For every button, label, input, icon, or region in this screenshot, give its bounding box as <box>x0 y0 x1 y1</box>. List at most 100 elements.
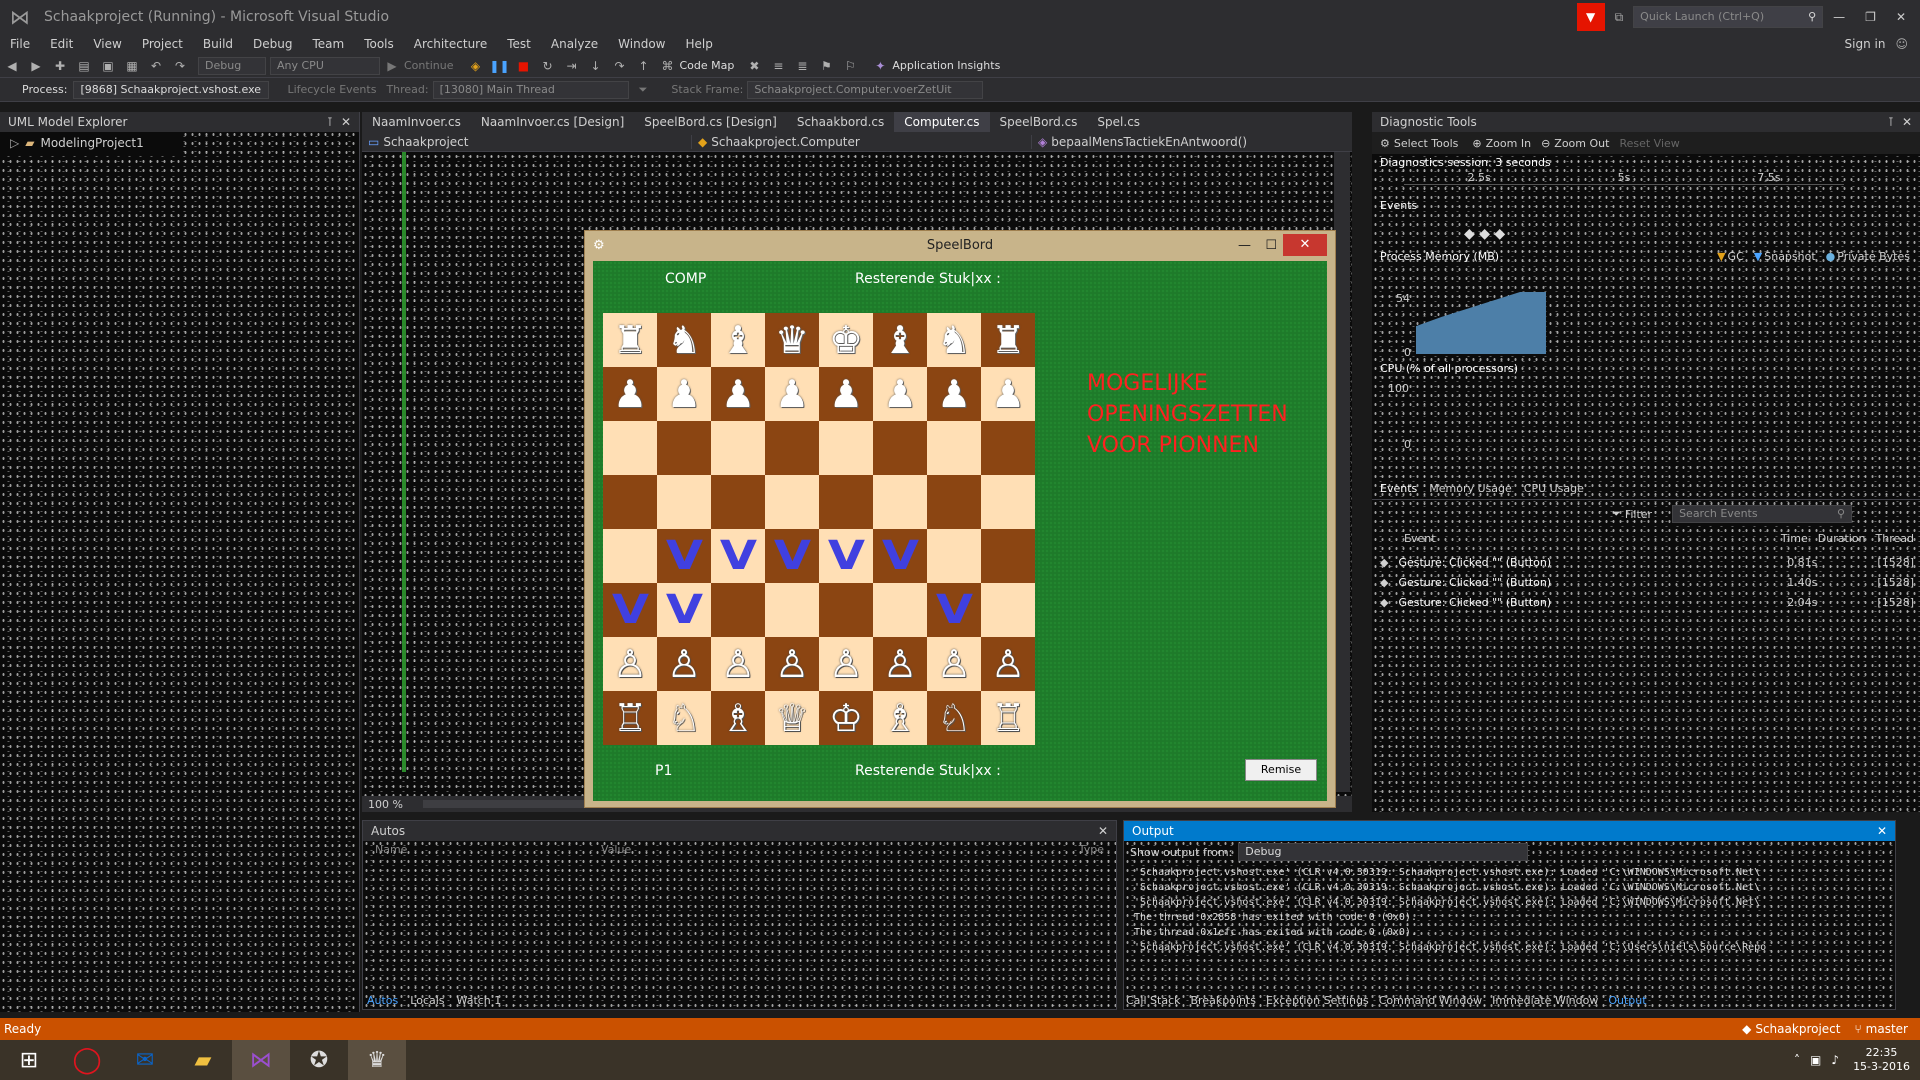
restore-button[interactable]: ❐ <box>1865 10 1876 24</box>
board-square[interactable] <box>765 475 819 529</box>
remise-button[interactable]: Remise <box>1245 759 1317 781</box>
document-tab[interactable]: Spel.cs <box>1087 112 1150 132</box>
board-square[interactable]: ♙ <box>765 637 819 691</box>
board-square[interactable]: V <box>711 529 765 583</box>
board-square[interactable] <box>981 583 1035 637</box>
back-icon[interactable]: ◀ <box>4 58 20 74</box>
filter-button[interactable]: Filter <box>1625 508 1652 521</box>
document-tab[interactable]: NaamInvoer.cs [Design] <box>471 112 634 132</box>
board-square[interactable]: ♘ <box>657 691 711 745</box>
board-square[interactable]: ♟ <box>981 367 1035 421</box>
attach-icon[interactable]: ◈ <box>467 58 483 74</box>
document-tab[interactable]: SpeelBord.cs <box>990 112 1088 132</box>
thread-select[interactable]: [13080] Main Thread <box>432 80 629 99</box>
board-square[interactable]: V <box>819 529 873 583</box>
open-icon[interactable]: ▤ <box>76 58 92 74</box>
board-square[interactable]: ♗ <box>711 691 765 745</box>
close-button[interactable]: ✕ <box>1896 10 1906 24</box>
autos-close-icon[interactable]: ✕ <box>1098 821 1108 841</box>
board-square[interactable]: ♖ <box>981 691 1035 745</box>
stop-icon[interactable]: ■ <box>515 58 531 74</box>
tab-autos[interactable]: Autos <box>367 994 398 1007</box>
taskbar-outlook[interactable]: ✉ <box>116 1040 174 1080</box>
tab-breakpoints[interactable]: Breakpoints <box>1190 994 1256 1007</box>
board-square[interactable] <box>927 529 981 583</box>
gear-icon[interactable]: ⚙ <box>1380 137 1390 150</box>
board-square[interactable] <box>603 421 657 475</box>
output-source-select[interactable]: Debug <box>1238 843 1529 861</box>
col-name[interactable]: Name <box>375 843 601 856</box>
search-events-input[interactable]: Search Events ⚲ <box>1672 505 1853 523</box>
save-icon[interactable]: ▣ <box>100 58 116 74</box>
board-square[interactable]: ♟ <box>657 367 711 421</box>
board-square[interactable]: ♟ <box>603 367 657 421</box>
next-bookmark-icon[interactable]: ⚐ <box>842 58 858 74</box>
taskbar-app-chess[interactable]: ♛ <box>348 1040 406 1080</box>
menu-debug[interactable]: Debug <box>253 37 292 51</box>
tab-watch-1[interactable]: Watch 1 <box>457 994 502 1007</box>
editor-scrollbar[interactable] <box>1334 152 1350 792</box>
board-square[interactable]: ♙ <box>657 637 711 691</box>
board-square[interactable]: ♝ <box>711 313 765 367</box>
menu-help[interactable]: Help <box>686 37 713 51</box>
step-into-icon[interactable]: ↓ <box>587 58 603 74</box>
menu-edit[interactable]: Edit <box>50 37 73 51</box>
tab-call-stack[interactable]: Call Stack <box>1126 994 1180 1007</box>
board-square[interactable]: V <box>765 529 819 583</box>
tab-exception-settings[interactable]: Exception Settings <box>1266 994 1369 1007</box>
menu-build[interactable]: Build <box>203 37 233 51</box>
forward-icon[interactable]: ▶ <box>28 58 44 74</box>
minimize-button[interactable]: — <box>1833 10 1845 24</box>
board-square[interactable] <box>981 421 1035 475</box>
zoom-in-button[interactable]: Zoom In <box>1486 137 1531 150</box>
board-square[interactable] <box>981 475 1035 529</box>
board-square[interactable] <box>927 421 981 475</box>
menu-test[interactable]: Test <box>507 37 531 51</box>
output-text[interactable]: 'Schaakproject.vshost.exe' (CLR v4.0.303… <box>1124 863 1895 973</box>
reset-view-button[interactable]: Reset View <box>1619 137 1679 150</box>
board-square[interactable]: ♚ <box>819 313 873 367</box>
break-all-icon[interactable]: ❚❚ <box>489 58 509 74</box>
menu-file[interactable]: File <box>10 37 30 51</box>
step-out-icon[interactable]: ↑ <box>635 58 651 74</box>
board-square[interactable] <box>657 475 711 529</box>
zoom-out-icon[interactable]: ⊖ <box>1541 137 1550 150</box>
document-tab[interactable]: NaamInvoer.cs <box>362 112 471 132</box>
board-square[interactable]: ♝ <box>873 313 927 367</box>
tool-icon[interactable]: ✖ <box>746 58 762 74</box>
board-square[interactable] <box>873 583 927 637</box>
board-square[interactable]: V <box>657 583 711 637</box>
sign-in-link[interactable]: Sign in <box>1845 37 1886 51</box>
clock[interactable]: 22:35 15-3-2016 <box>1853 1046 1910 1074</box>
configuration-select[interactable]: Debug <box>198 56 266 75</box>
status-project[interactable]: Schaakproject <box>1755 1022 1840 1036</box>
board-square[interactable]: V <box>603 583 657 637</box>
taskbar-visual-studio[interactable]: ⋈ <box>232 1040 290 1080</box>
board-square[interactable]: ♜ <box>603 313 657 367</box>
board-square[interactable] <box>711 583 765 637</box>
board-square[interactable] <box>819 475 873 529</box>
board-square[interactable] <box>603 475 657 529</box>
tray-network-icon[interactable]: ▣ <box>1810 1053 1821 1067</box>
sb-minimize-button[interactable]: — <box>1238 231 1251 261</box>
zoom-level[interactable]: 100 % <box>368 798 403 811</box>
board-square[interactable]: ♙ <box>927 637 981 691</box>
board-square[interactable]: ♔ <box>819 691 873 745</box>
board-square[interactable]: ♜ <box>981 313 1035 367</box>
board-square[interactable]: V <box>657 529 711 583</box>
board-square[interactable]: ♖ <box>603 691 657 745</box>
filter-icon[interactable]: ⏷ <box>639 83 648 97</box>
tab-events[interactable]: Events <box>1380 482 1417 495</box>
account-icon[interactable]: ☺ <box>1895 37 1908 51</box>
col-time[interactable]: Time <box>1781 532 1808 545</box>
board-square[interactable] <box>657 421 711 475</box>
select-tools-button[interactable]: Select Tools <box>1394 137 1459 150</box>
event-row[interactable]: ◆ Gesture: Clicked "" (Button) 1.40s [1528] <box>1380 572 1914 592</box>
member-dropdown[interactable]: ◈ bepaalMensTactiekEnAntwoord() <box>1032 135 1247 149</box>
board-square[interactable] <box>765 583 819 637</box>
output-close-icon[interactable]: ✕ <box>1877 821 1887 841</box>
redo-icon[interactable]: ↷ <box>172 58 188 74</box>
diag-close-icon[interactable]: ✕ <box>1902 112 1912 132</box>
quick-launch-input[interactable]: Quick Launch (Ctrl+Q) ⚲ <box>1633 6 1824 28</box>
board-square[interactable]: ♞ <box>657 313 711 367</box>
